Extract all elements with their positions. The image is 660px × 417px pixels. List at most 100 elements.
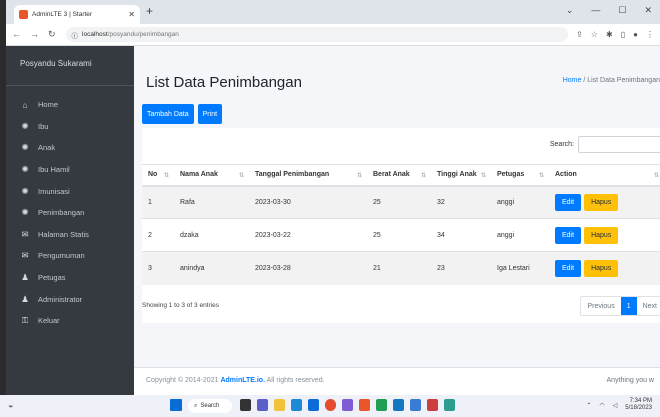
breadcrumb-current: List Data Penimbangan <box>587 77 660 84</box>
sidepanel-icon[interactable]: ▯ <box>621 30 625 39</box>
sidebar-item-penimbangan[interactable]: ✺ Penimbangan <box>6 202 134 224</box>
taskbar-apps <box>240 399 455 411</box>
profile-icon[interactable]: ● <box>633 30 638 39</box>
app-icon[interactable] <box>376 399 387 411</box>
chrome-icon[interactable] <box>325 399 336 411</box>
key-icon: ⚿ <box>21 315 29 326</box>
table-row: 2 dzaka 2023-03-22 25 34 anggi Edit Hapus <box>142 218 660 252</box>
sidebar-item-ibu-hamil[interactable]: ✺ Ibu Hamil <box>6 159 134 181</box>
delete-button[interactable]: Hapus <box>584 226 619 244</box>
url-input[interactable]: ⓘ localhost/posyandu/penimbangan <box>65 27 569 42</box>
taskbar-search[interactable]: ⌕ Search <box>188 399 232 413</box>
vscode-icon[interactable] <box>393 399 404 411</box>
sidebar-item-administrator[interactable]: ♟ Administrator <box>6 288 134 310</box>
app-icon[interactable] <box>342 399 353 411</box>
sidebar-item-home[interactable]: ⌂ Home <box>6 94 134 116</box>
app-icon[interactable] <box>359 399 370 411</box>
extensions-icon[interactable]: ✱ <box>606 30 613 39</box>
sidebar-item-ibu[interactable]: ✺ Ibu <box>6 116 134 138</box>
sidebar-item-halaman-statis[interactable]: ✉ Halaman Statis <box>6 224 134 246</box>
cell-tinggi: 34 <box>431 218 491 252</box>
search-area: Search: <box>550 136 660 153</box>
clock[interactable]: 7:34 PM 5/18/2023 <box>625 398 652 412</box>
sidebar-item-pengumuman[interactable]: ✉ Pengumuman <box>6 245 134 267</box>
next-button[interactable]: Next <box>637 297 660 315</box>
new-tab-icon[interactable]: + <box>146 4 153 18</box>
column-header-label: Tinggi Anak <box>437 171 477 179</box>
edge-icon[interactable] <box>291 399 302 411</box>
sidebar-item-imunisasi[interactable]: ✺ Imunisasi <box>6 180 134 202</box>
content-wrapper: List Data Penimbangan Home / List Data P… <box>134 46 660 395</box>
table-info: Showing 1 to 3 of 3 entries <box>142 302 219 309</box>
sidebar-item-label: Petugas <box>38 273 66 283</box>
column-header[interactable]: Tanggal Penimbangan ⇅ <box>249 164 367 187</box>
explorer-icon[interactable] <box>274 399 285 411</box>
edit-button[interactable]: Edit <box>555 226 582 244</box>
column-header[interactable]: No ⇅ <box>142 164 174 187</box>
sidebar-item-keluar[interactable]: ⚿ Keluar <box>6 310 134 332</box>
column-header[interactable]: Nama Anak ⇅ <box>174 164 249 187</box>
cell-petugas: anggi <box>491 185 549 219</box>
footer: Copyright © 2014-2021 AdminLTE.io. All r… <box>134 367 660 395</box>
delete-button[interactable]: Hapus <box>584 259 619 277</box>
sidebar-item-petugas[interactable]: ♟ Petugas <box>6 267 134 289</box>
sort-icon: ⇅ <box>538 173 544 179</box>
start-icon[interactable] <box>170 399 182 411</box>
column-header[interactable]: Petugas ⇅ <box>491 164 549 187</box>
previous-button[interactable]: Previous <box>581 297 620 315</box>
cell-berat: 21 <box>367 251 431 285</box>
maximize-icon[interactable]: ☐ <box>618 5 626 16</box>
page-1-button[interactable]: 1 <box>620 297 637 315</box>
forward-icon[interactable]: → <box>30 29 39 40</box>
edit-button[interactable]: Edit <box>555 193 582 211</box>
menu-icon[interactable]: ⋮ <box>646 30 654 39</box>
search-input[interactable] <box>578 136 660 153</box>
chevron-up-icon[interactable]: ⌃ <box>586 402 591 409</box>
back-icon[interactable]: ← <box>12 29 21 40</box>
column-header[interactable]: Berat Anak ⇅ <box>367 164 431 187</box>
chevron-down-icon[interactable]: ⌄ <box>566 5 574 16</box>
column-header[interactable]: Action ⇅ <box>549 164 660 187</box>
store-icon[interactable] <box>308 399 319 411</box>
gear-icon: ✺ <box>21 207 29 218</box>
cell-berat: 25 <box>367 218 431 252</box>
share-icon[interactable]: ⇪ <box>576 30 583 39</box>
cell-no: 3 <box>142 251 174 285</box>
wifi-icon[interactable]: ◠ <box>599 402 604 409</box>
cell-berat: 25 <box>367 185 431 219</box>
app-icon[interactable] <box>427 399 438 411</box>
data-table: No ⇅ Nama Anak ⇅ Tanggal Penimbangan ⇅ Berat A… <box>142 164 660 285</box>
clock-date: 5/18/2023 <box>625 405 652 411</box>
cell-action: Edit Hapus <box>549 185 660 219</box>
sort-icon: ⇅ <box>163 173 169 179</box>
delete-button[interactable]: Hapus <box>584 193 619 211</box>
sort-icon: ⇅ <box>480 173 486 179</box>
app-icon[interactable] <box>444 399 455 411</box>
column-header-label: Nama Anak <box>180 171 218 179</box>
footer-brand-link[interactable]: AdminLTE.io. <box>220 377 265 384</box>
browser-tab[interactable]: AdminLTE 3 | Starter ✕ <box>14 5 140 24</box>
sort-icon: ⇅ <box>420 173 426 179</box>
info-icon: ⓘ <box>71 32 79 40</box>
edit-button[interactable]: Edit <box>555 259 582 277</box>
star-icon[interactable]: ☆ <box>591 30 598 39</box>
volume-icon[interactable]: ◁ <box>613 402 618 409</box>
weather-icon[interactable]: ◒ <box>8 400 13 410</box>
reload-icon[interactable]: ↻ <box>48 29 56 40</box>
close-window-icon[interactable]: ✕ <box>644 5 652 16</box>
sidebar-item-anak[interactable]: ✺ Anak <box>6 137 134 159</box>
sidebar-item-label: Pengumuman <box>38 251 85 261</box>
add-data-button[interactable]: Tambah Data <box>142 104 194 124</box>
print-button[interactable]: Print <box>197 104 223 124</box>
brand-link[interactable]: Posyandu Sukarami <box>6 46 134 86</box>
sidebar-item-label: Anak <box>38 143 56 153</box>
column-header-label: Berat Anak <box>373 171 410 179</box>
app-icon[interactable] <box>410 399 421 411</box>
close-tab-icon[interactable]: ✕ <box>128 10 135 19</box>
taskview-icon[interactable] <box>240 399 251 411</box>
column-header[interactable]: Tinggi Anak ⇅ <box>431 164 491 187</box>
minimize-icon[interactable]: — <box>591 5 600 16</box>
teams-icon[interactable] <box>257 399 268 411</box>
column-header-label: Petugas <box>497 171 525 179</box>
breadcrumb-home[interactable]: Home <box>563 77 582 84</box>
